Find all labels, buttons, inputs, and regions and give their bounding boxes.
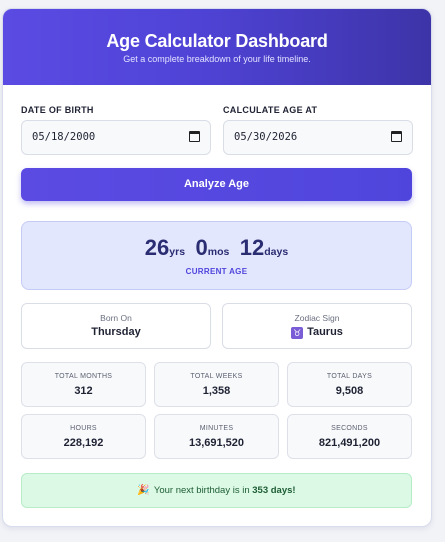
stat-label: HOURS — [70, 425, 97, 432]
stat-label: SECONDS — [331, 425, 368, 432]
zodiac-value-row: ♉ Taurus — [223, 326, 411, 339]
stat-total-weeks: TOTAL WEEKS 1,358 — [154, 362, 279, 407]
taurus-icon: ♉ — [291, 327, 304, 339]
age-years-unit: yrs — [169, 246, 186, 258]
age-breakdown: 26yrs 0mos 12days — [22, 235, 411, 261]
dob-input[interactable]: 05/18/2000 — [21, 120, 211, 155]
stat-value: 312 — [74, 385, 93, 397]
calc-date-label: CALCULATE AGE AT — [223, 105, 318, 115]
analyze-age-button[interactable]: Analyze Age — [21, 168, 412, 201]
stat-label: TOTAL WEEKS — [190, 373, 243, 380]
stat-seconds: SECONDS 821,491,200 — [287, 414, 412, 459]
stat-total-months: TOTAL MONTHS 312 — [21, 362, 146, 407]
stat-hours: HOURS 228,192 — [21, 414, 146, 459]
current-age-caption: CURRENT AGE — [185, 267, 248, 276]
calc-date-value: 05/30/2026 — [234, 131, 298, 143]
current-age-panel: 26yrs 0mos 12days CURRENT AGE — [21, 221, 412, 290]
stat-value: 1,358 — [202, 385, 231, 397]
born-on-value: Thursday — [91, 326, 141, 338]
born-on-card: Born On Thursday — [21, 303, 211, 349]
age-days-unit: days — [264, 246, 289, 258]
stat-label: TOTAL MONTHS — [54, 373, 113, 380]
born-on-label: Born On — [100, 313, 132, 323]
stat-value: 228,192 — [63, 437, 104, 449]
stat-total-days: TOTAL DAYS 9,508 — [287, 362, 412, 407]
age-calculator-card: Age Calculator Dashboard Get a complete … — [2, 8, 432, 527]
page-subtitle: Get a complete breakdown of your life ti… — [123, 54, 311, 64]
calendar-icon[interactable] — [391, 131, 402, 142]
stat-value: 9,508 — [335, 385, 364, 397]
calc-date-input[interactable]: 05/30/2026 — [223, 120, 413, 155]
page-title: Age Calculator Dashboard — [106, 31, 328, 51]
zodiac-label: Zodiac Sign — [294, 313, 340, 323]
age-years: 26 — [144, 235, 170, 260]
next-birthday-text: Your next birthday is in — [153, 485, 250, 496]
stat-value: 13,691,520 — [188, 437, 245, 449]
next-birthday-days: 353 days! — [252, 485, 296, 496]
stat-value: 821,491,200 — [318, 437, 381, 449]
stat-minutes: MINUTES 13,691,520 — [154, 414, 279, 459]
dob-label: DATE OF BIRTH — [21, 105, 94, 115]
zodiac-value: Taurus — [307, 326, 343, 338]
zodiac-card: Zodiac Sign ♉ Taurus — [222, 303, 412, 349]
age-days: 12 — [239, 235, 265, 260]
calendar-icon[interactable] — [189, 131, 200, 142]
dashboard-header: Age Calculator Dashboard Get a complete … — [3, 9, 431, 85]
next-birthday-banner: 🎉 Your next birthday is in 353 days! — [21, 473, 412, 508]
party-popper-icon: 🎉 — [137, 485, 150, 496]
age-months: 0 — [195, 235, 208, 260]
dob-value: 05/18/2000 — [32, 131, 96, 143]
stat-label: TOTAL DAYS — [326, 373, 373, 380]
stat-label: MINUTES — [199, 425, 234, 432]
age-months-unit: mos — [207, 246, 230, 258]
